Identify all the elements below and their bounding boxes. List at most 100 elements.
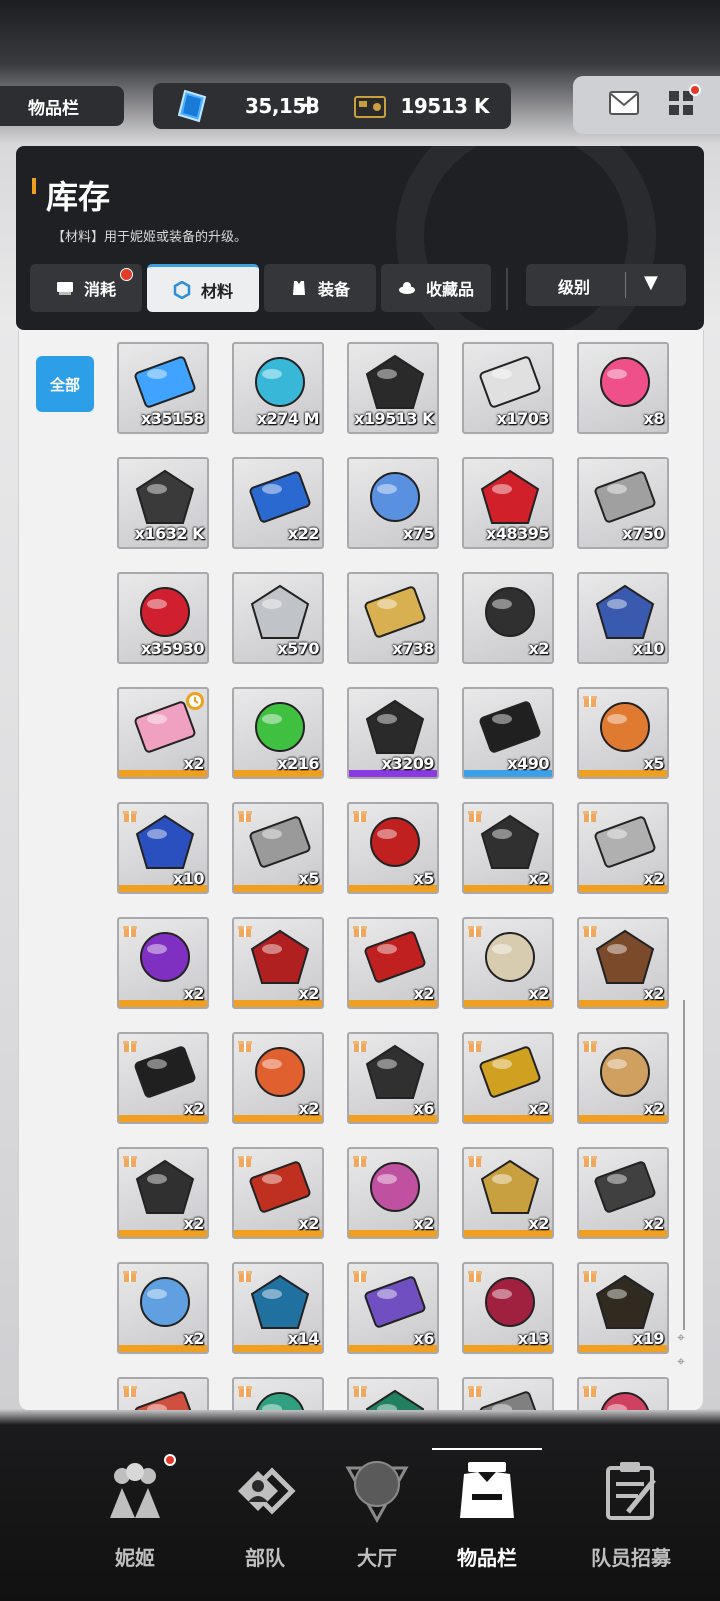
item-count: x6 [413,1099,435,1118]
inventory-item[interactable]: x6 [347,1032,439,1124]
inventory-item[interactable]: x5 [347,802,439,894]
gift-icon [352,807,368,823]
filter-all-button[interactable]: 全部 [36,356,94,412]
inventory-item[interactable]: x2 [117,687,209,779]
inventory-item[interactable]: x8 [577,342,669,434]
inventory-item[interactable] [347,1377,439,1410]
inventory-item[interactable]: x5 [577,687,669,779]
inventory-item[interactable]: x216 [232,687,324,779]
item-count: x1632 K [134,524,205,543]
collectible-icon [398,282,415,294]
inventory-item[interactable]: x5 [232,802,324,894]
nav-item[interactable]: 物品栏 [422,1428,552,1601]
inventory-title: 库存 [46,178,111,216]
rainbow-card-icon [370,472,420,522]
add-gem-button[interactable]: + [297,88,320,121]
item-count: x2 [643,1099,665,1118]
tab-consumables[interactable]: 消耗 [30,264,142,312]
inventory-item[interactable]: x48395 [462,457,554,549]
item-count: x2 [183,1099,205,1118]
inventory-item[interactable]: x1703 [462,342,554,434]
partial-item-5-icon [601,1392,649,1410]
snack-bag-icon [600,1047,650,1097]
inventory-item[interactable]: x2 [577,802,669,894]
credit-amount: 19513 K [400,94,489,118]
inventory-item[interactable]: x14 [232,1262,324,1354]
vest-icon [292,281,305,295]
inventory-item[interactable]: x35158 [117,342,209,434]
tab-equipment[interactable]: 装备 [264,264,376,312]
inventory-item[interactable]: x2 [232,1147,324,1239]
inventory-item[interactable]: x35930 [117,572,209,664]
nav-label: 队员招募 [591,1546,671,1570]
inventory-item[interactable]: x1632 K [117,457,209,549]
inventory-item[interactable]: x2 [462,917,554,1009]
inventory-item[interactable]: x570 [232,572,324,664]
inventory-item[interactable]: x2 [462,1032,554,1124]
inventory-item[interactable]: x2 [462,1147,554,1239]
inventory-item[interactable]: x2 [577,1147,669,1239]
inventory-item[interactable]: x19 [577,1262,669,1354]
inventory-item[interactable]: x2 [462,572,554,664]
inventory-description: 【材料】用于妮姬或装备的升级。 [52,230,248,245]
inventory-item[interactable] [462,1377,554,1410]
gift-icon [352,1267,368,1283]
inventory-item[interactable]: x10 [117,802,209,894]
nav-item[interactable]: 部队 [200,1428,330,1601]
inventory-item[interactable]: x6 [347,1262,439,1354]
gift-icon [582,1267,598,1283]
inventory-icon [454,1458,520,1524]
gift-icon [122,1037,138,1053]
inventory-item[interactable]: x2 [577,917,669,1009]
wireless-charger-icon [140,932,190,982]
sort-dropdown[interactable]: 级别 ▼ [526,264,686,306]
inventory-item[interactable]: x2 [347,917,439,1009]
item-count: x570 [277,639,319,658]
vip-gold-card-icon [595,1274,655,1329]
dark-device-icon [479,701,541,753]
inventory-item[interactable]: x2 [117,917,209,1009]
inventory-item[interactable]: x75 [347,457,439,549]
inventory-item[interactable] [117,1377,209,1410]
nav-item[interactable]: 队员招募 [566,1428,696,1601]
inventory-item[interactable]: x10 [577,572,669,664]
tab-materials[interactable]: 材料 [147,264,259,312]
inventory-item[interactable]: x19513 K [347,342,439,434]
tab-divider [506,268,508,310]
tab-collectibles[interactable]: 收藏品 [381,264,491,312]
nav-item[interactable]: 妮姬 [70,1428,200,1601]
toolbox-icon [135,1159,195,1214]
inventory-item[interactable]: x750 [577,457,669,549]
inventory-item[interactable]: x2 [232,917,324,1009]
inventory-item[interactable]: x22 [232,457,324,549]
pen-icon [255,1047,305,1097]
item-count: x35158 [141,409,204,428]
inventory-item[interactable]: x2 [117,1262,209,1354]
item-count: x738 [392,639,434,658]
gift-icon [582,692,598,708]
inventory-item[interactable]: x274 M [232,342,324,434]
partial-item-2-icon [256,1392,304,1410]
nav-label: 妮姬 [115,1546,155,1570]
inventory-item[interactable]: x2 [347,1147,439,1239]
pet-bowl-icon [370,817,420,867]
inventory-item[interactable]: x3209 [347,687,439,779]
toy-train-icon [249,1161,311,1213]
gem-icon [177,89,207,123]
inventory-item[interactable]: x2 [577,1032,669,1124]
gift-icon [352,1382,368,1398]
inventory-item[interactable]: x2 [117,1032,209,1124]
mail-icon[interactable] [609,91,639,115]
inventory-item[interactable]: x2 [462,802,554,894]
inventory-item[interactable] [577,1377,669,1410]
page-title: 物品栏 [0,86,124,126]
inventory-item-area[interactable]: 全部 x35158 x274 M x19513 K x1703 x8 x1632 K x22… [18,330,704,1410]
inventory-item[interactable]: x738 [347,572,439,664]
inventory-item[interactable]: x2 [117,1147,209,1239]
blue-ticket-icon [250,1274,310,1329]
inventory-item[interactable]: x490 [462,687,554,779]
inventory-item[interactable]: x2 [232,1032,324,1124]
inventory-item[interactable] [232,1377,324,1410]
scrollbar[interactable] [683,1000,685,1330]
inventory-item[interactable]: x13 [462,1262,554,1354]
